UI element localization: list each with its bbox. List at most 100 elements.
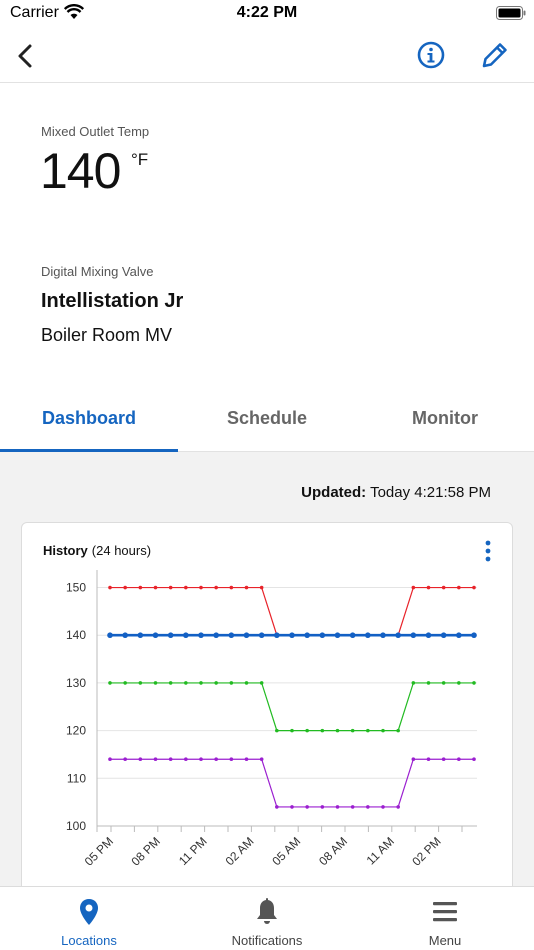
- data-point: [258, 632, 265, 639]
- data-point: [381, 728, 385, 733]
- nav-notifications-label: Notifications: [231, 933, 303, 948]
- y-tick-label: 140: [66, 628, 86, 642]
- reading-label: Mixed Outlet Temp: [41, 124, 150, 139]
- data-point: [229, 585, 234, 590]
- data-point: [123, 757, 127, 762]
- hamburger-menu-icon: [433, 902, 457, 922]
- edit-button[interactable]: [478, 38, 512, 72]
- data-point: [471, 632, 477, 639]
- data-point: [275, 805, 279, 809]
- data-point: [167, 632, 174, 639]
- device-name: Intellistation Jr: [41, 290, 184, 312]
- back-button[interactable]: [12, 38, 40, 74]
- data-point: [228, 632, 235, 639]
- y-tick-label: 100: [66, 819, 86, 833]
- data-point: [138, 585, 143, 590]
- data-point: [320, 805, 325, 809]
- x-tick-label: 02 AM: [223, 834, 257, 868]
- reading-unit: °F: [131, 150, 149, 169]
- history-title: History (24 hours): [43, 543, 151, 558]
- data-point: [108, 681, 112, 685]
- data-point: [229, 681, 234, 685]
- history-chart: 100 110 120 130 140 150 05 PM 08 PM 11 PM 02 AM 05…: [66, 570, 477, 869]
- tab-dashboard[interactable]: Dashboard: [0, 398, 178, 452]
- data-point: [350, 805, 355, 809]
- data-point: [153, 681, 158, 685]
- y-tick-label: 130: [66, 676, 86, 690]
- nav-notifications[interactable]: Notifications: [178, 887, 356, 950]
- data-point: [380, 632, 386, 639]
- data-point: [184, 585, 188, 590]
- data-point: [366, 728, 370, 733]
- nav-locations[interactable]: Locations: [0, 887, 178, 950]
- data-point: [305, 728, 309, 733]
- data-point: [290, 728, 294, 733]
- reading-value: 140: [40, 143, 121, 199]
- data-point: [426, 757, 431, 762]
- data-point: [229, 757, 234, 762]
- x-tick-label: 05 AM: [269, 834, 303, 868]
- data-point: [441, 681, 446, 685]
- data-point: [107, 632, 113, 639]
- data-point: [350, 728, 355, 733]
- updated-label: Updated:: [301, 484, 367, 501]
- data-point: [411, 585, 416, 590]
- data-point: [410, 632, 417, 639]
- battery-icon: [496, 6, 526, 20]
- series-line: [110, 682, 474, 732]
- data-point: [214, 681, 218, 685]
- data-point: [168, 757, 173, 762]
- data-point: [457, 757, 461, 762]
- data-point: [319, 632, 326, 639]
- data-point: [349, 632, 356, 639]
- data-point: [457, 585, 461, 590]
- x-tick-label: 08 AM: [316, 834, 350, 868]
- data-point: [198, 632, 204, 639]
- data-point: [335, 805, 340, 809]
- data-point: [274, 632, 280, 639]
- data-point: [440, 632, 447, 639]
- data-point: [456, 632, 462, 639]
- info-button[interactable]: [414, 38, 448, 72]
- bottom-navigation: Locations Notifications Menu: [0, 886, 534, 950]
- series-line: [110, 586, 474, 636]
- data-point: [122, 632, 128, 639]
- status-bar: Carrier 4:22 PM: [0, 0, 534, 30]
- x-tick-label: 02 PM: [409, 834, 443, 868]
- data-point: [123, 681, 127, 685]
- tab-monitor[interactable]: Monitor: [356, 398, 534, 452]
- data-point: [289, 632, 295, 639]
- data-point: [411, 757, 416, 762]
- data-point: [426, 681, 431, 685]
- data-point: [472, 585, 476, 590]
- history-title-text: History: [43, 543, 88, 558]
- data-point: [244, 681, 249, 685]
- data-point: [213, 632, 219, 639]
- data-point: [441, 757, 446, 762]
- y-tick-label: 150: [66, 581, 86, 595]
- data-point: [214, 757, 218, 762]
- data-point: [259, 757, 264, 762]
- data-point: [381, 805, 385, 809]
- data-point: [184, 681, 188, 685]
- data-point: [425, 632, 432, 639]
- data-point: [153, 585, 158, 590]
- data-point: [138, 681, 143, 685]
- more-options-button[interactable]: [482, 539, 494, 563]
- data-point: [243, 632, 250, 639]
- data-point: [214, 585, 218, 590]
- data-point: [290, 805, 294, 809]
- data-point: [153, 757, 158, 762]
- device-type: Digital Mixing Valve: [41, 264, 154, 279]
- data-point: [168, 585, 173, 590]
- nav-menu[interactable]: Menu: [356, 887, 534, 950]
- map-pin-icon: [80, 899, 98, 925]
- data-point: [138, 757, 143, 762]
- data-point: [304, 632, 310, 639]
- data-point: [426, 585, 431, 590]
- history-card: 100 110 120 130 140 150 05 PM 08 PM 11 PM 02 AM 05…: [21, 522, 513, 902]
- data-point: [244, 757, 249, 762]
- data-point: [199, 585, 203, 590]
- tab-schedule[interactable]: Schedule: [178, 398, 356, 452]
- y-tick-label: 110: [67, 771, 86, 785]
